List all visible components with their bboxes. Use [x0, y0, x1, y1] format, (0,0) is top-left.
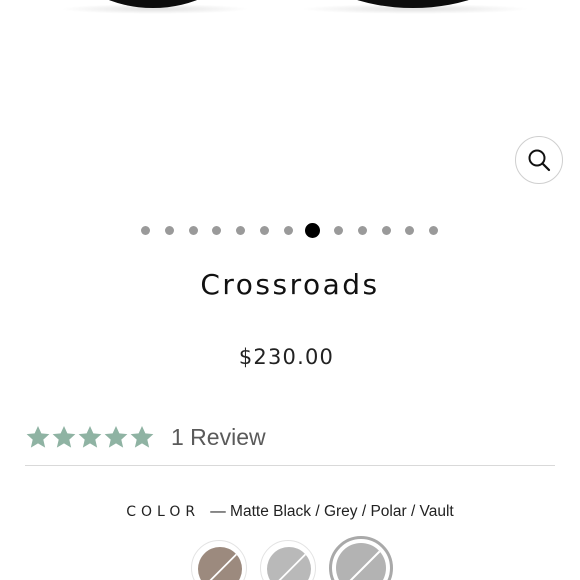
color-selector-label: COLOR — Matte Black / Grey / Polar / Vau…: [0, 503, 580, 521]
grey-swatch-selected[interactable]: [329, 536, 393, 580]
pagination-dot[interactable]: [260, 226, 269, 235]
unavailable-slash-icon: [278, 553, 307, 580]
review-count[interactable]: 1 Review: [171, 424, 266, 451]
zoom-button[interactable]: [515, 136, 563, 184]
unavailable-slash-icon: [209, 553, 238, 580]
grey-swatch[interactable]: [260, 540, 316, 580]
swatch-fill: [336, 543, 386, 580]
divider: [25, 465, 555, 466]
pagination-dot[interactable]: [212, 226, 222, 235]
pagination-dot[interactable]: [283, 226, 293, 235]
star-icon: [130, 425, 154, 448]
pagination-dot[interactable]: [333, 226, 343, 235]
gallery-pagination: [0, 222, 580, 238]
pagination-dot[interactable]: [236, 226, 246, 235]
star-icon: [104, 425, 128, 448]
pagination-dot[interactable]: [381, 226, 391, 235]
search-icon: [528, 149, 551, 172]
pagination-dot[interactable]: [357, 226, 367, 235]
star-rating: [25, 424, 155, 450]
product-image[interactable]: [0, 0, 580, 210]
color-label: COLOR: [126, 504, 201, 520]
star-icon: [78, 425, 102, 448]
pagination-dot[interactable]: [429, 226, 439, 235]
pagination-dot[interactable]: [405, 226, 415, 235]
product-title: Crossroads: [200, 268, 380, 301]
pagination-dot-active[interactable]: [304, 223, 320, 238]
star-icon: [26, 425, 50, 448]
product-page: Crossroads $230.00 1 Review COLOR — Matt…: [0, 0, 580, 580]
swatch-fill: [198, 547, 242, 580]
unavailable-slash-icon: [349, 550, 381, 580]
star-icon: [52, 425, 76, 448]
pagination-dot[interactable]: [141, 226, 150, 235]
brown-swatch[interactable]: [191, 540, 247, 580]
pagination-dot[interactable]: [164, 226, 174, 235]
product-price: $230.00: [238, 345, 335, 369]
swatch-fill: [267, 547, 311, 580]
pagination-dot[interactable]: [188, 226, 198, 235]
color-selected-value: — Matte Black / Grey / Polar / Vault: [210, 503, 454, 520]
review-summary[interactable]: 1 Review: [25, 420, 266, 454]
